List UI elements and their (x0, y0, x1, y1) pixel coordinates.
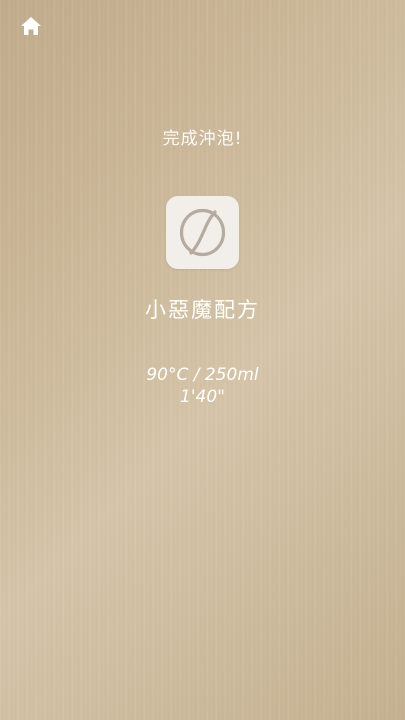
temperature-volume: 90°C / 250ml (146, 365, 259, 385)
recipe-name: 小惡魔配方 (145, 298, 260, 322)
brew-complete-screen: 完成沖泡! 小惡魔配方 90°C / 250ml 1'40" (0, 0, 405, 720)
recipe-icon-tile (166, 196, 239, 269)
coffee-bean-icon (179, 208, 226, 257)
home-button[interactable] (20, 15, 42, 37)
home-icon (21, 17, 41, 35)
brew-status-text: 完成沖泡! (162, 129, 243, 149)
brew-duration: 1'40" (180, 387, 225, 407)
brew-parameters: 90°C / 250ml 1'40" (0, 364, 405, 408)
